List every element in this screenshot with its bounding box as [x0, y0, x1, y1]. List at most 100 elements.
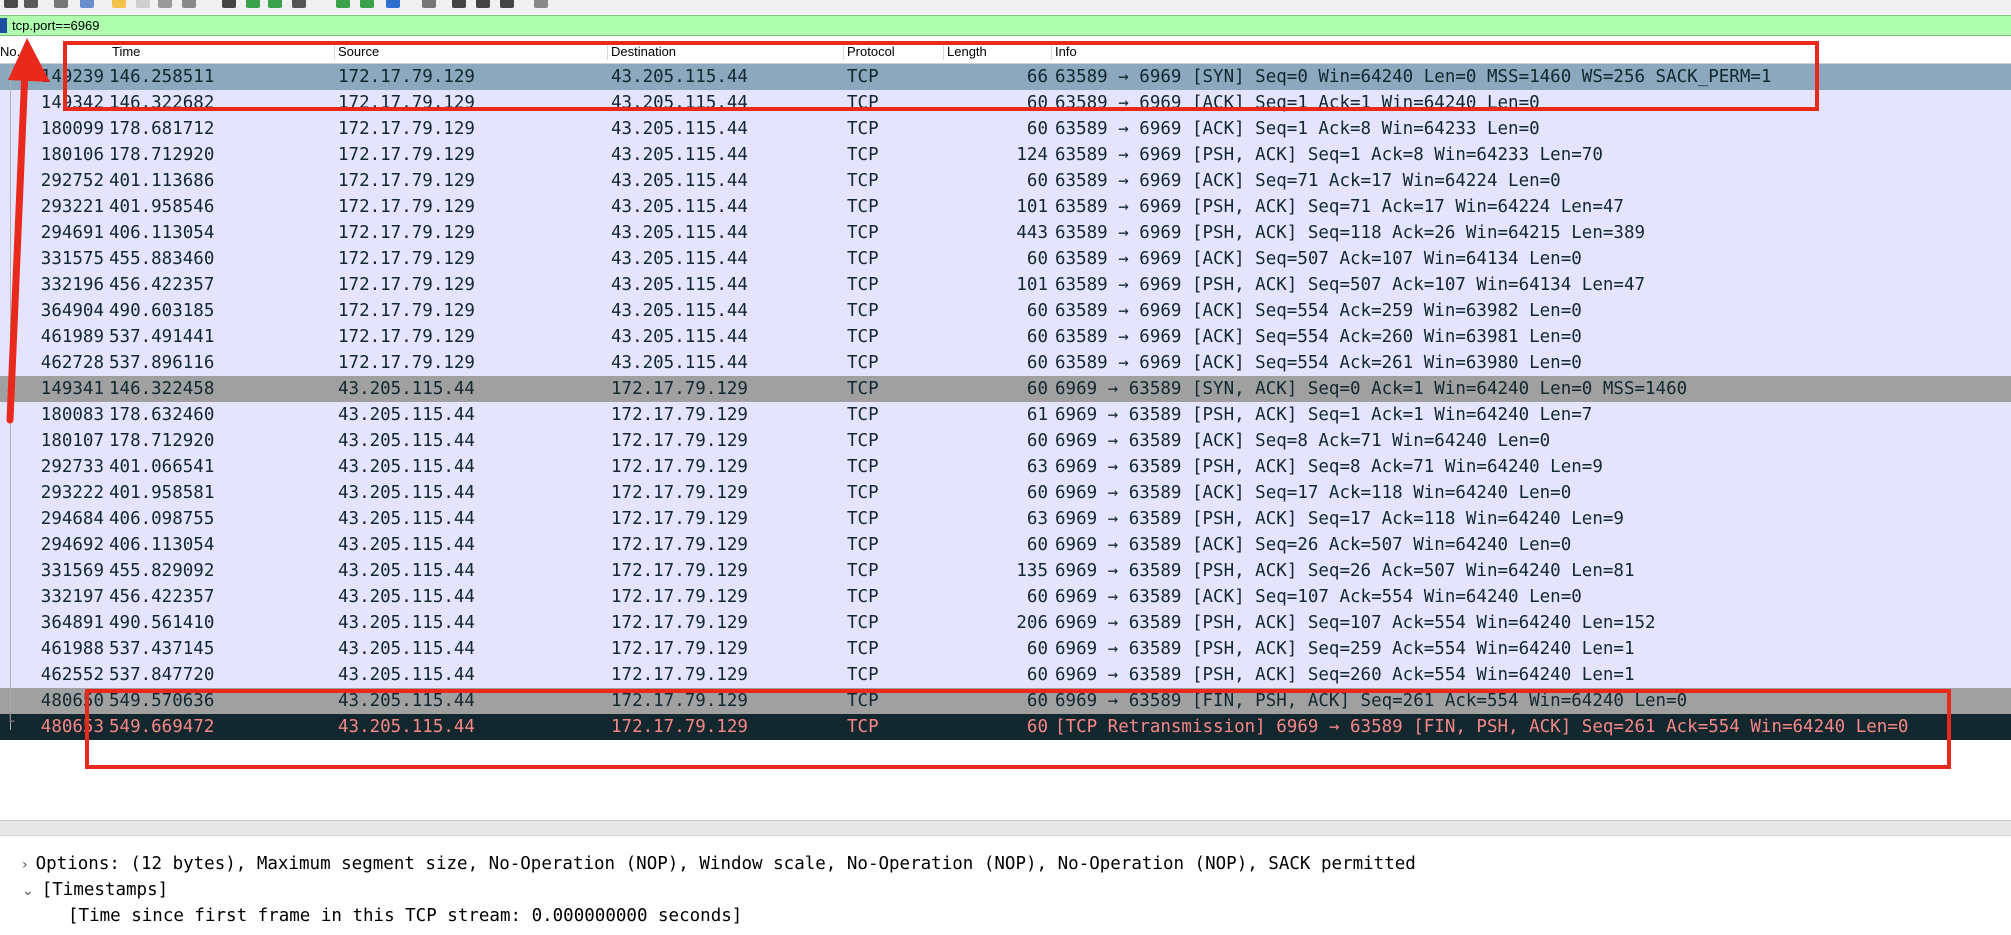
packet-row[interactable]: 461988 537.437145 43.205.115.44 172.17.79.1…	[0, 636, 2011, 662]
packet-row[interactable]: 332197 456.422357 43.205.115.44 172.17.79.1…	[0, 584, 2011, 610]
packet-destination: 172.17.79.129	[611, 665, 748, 685]
annotation-box-top	[63, 41, 1819, 111]
packet-time: 401.113686	[109, 171, 215, 191]
autoscroll-icon[interactable]	[386, 0, 400, 8]
packet-row[interactable]: 180083 178.632460 43.205.115.44 172.17.79.1…	[0, 402, 2011, 428]
packet-destination: 172.17.79.129	[611, 639, 748, 659]
stop-capture-icon[interactable]	[4, 0, 18, 8]
annotation-arrow-head	[8, 38, 50, 82]
restart-capture-icon[interactable]	[24, 0, 38, 8]
packet-row[interactable]: 293221 401.958546 172.17.79.129 43.205.115.…	[0, 194, 2011, 220]
packet-info: 63589 → 6969 [PSH, ACK] Seq=71 Ack=17 Wi…	[1055, 197, 1624, 217]
packet-length: 60	[1026, 431, 1048, 451]
colorize-icon[interactable]	[422, 0, 436, 8]
open-file-icon[interactable]	[80, 0, 94, 8]
packet-info: 63589 → 6969 [PSH, ACK] Seq=118 Ack=26 W…	[1055, 223, 1646, 243]
packet-info: 6969 → 63589 [PSH, ACK] Seq=26 Ack=507 W…	[1055, 561, 1635, 581]
packet-destination: 172.17.79.129	[611, 509, 748, 529]
expand-arrow-icon[interactable]: ›	[22, 857, 28, 873]
zoom-out-icon[interactable]	[476, 0, 490, 8]
packet-row[interactable]: 180107 178.712920 43.205.115.44 172.17.79.1…	[0, 428, 2011, 454]
go-back-icon[interactable]	[246, 0, 260, 8]
packet-row[interactable]: 364904 490.603185 172.17.79.129 43.205.115.…	[0, 298, 2011, 324]
packet-no: 364891	[40, 613, 104, 633]
packet-length: 206	[1016, 613, 1048, 633]
packet-row[interactable]: 461989 537.491441 172.17.79.129 43.205.115.…	[0, 324, 2011, 350]
detail-time-since-first[interactable]: [Time since first frame in this TCP stre…	[68, 903, 742, 929]
packet-row[interactable]: 149341 146.322458 43.205.115.44 172.17.79.1…	[0, 376, 2011, 402]
packet-time: 406.098755	[109, 509, 215, 529]
packet-row[interactable]: 364891 490.561410 43.205.115.44 172.17.79.1…	[0, 610, 2011, 636]
go-to-packet-icon[interactable]	[292, 0, 306, 8]
zoom-reset-icon[interactable]	[500, 0, 514, 8]
pane-splitter[interactable]	[0, 820, 2011, 836]
packet-destination: 43.205.115.44	[611, 327, 748, 347]
packet-time: 401.958581	[109, 483, 215, 503]
resize-columns-icon[interactable]	[534, 0, 548, 8]
packet-length: 60	[1026, 301, 1048, 321]
packet-time: 537.491441	[109, 327, 215, 347]
packet-row[interactable]: 293222 401.958581 43.205.115.44 172.17.79.1…	[0, 480, 2011, 506]
packet-destination: 43.205.115.44	[611, 353, 748, 373]
packet-no: 293222	[40, 483, 104, 503]
packet-row[interactable]: 462552 537.847720 43.205.115.44 172.17.79.1…	[0, 662, 2011, 688]
packet-row[interactable]: 180099 178.681712 172.17.79.129 43.205.115.…	[0, 116, 2011, 142]
packet-no: 332197	[40, 587, 104, 607]
packet-list[interactable]: 149239 146.258511 172.17.79.129 43.205.115.…	[0, 64, 2011, 744]
capture-options-icon[interactable]	[54, 0, 68, 8]
packet-details-pane[interactable]: › Options: (12 bytes), Maximum segment si…	[0, 846, 2011, 935]
packet-source: 172.17.79.129	[338, 249, 475, 269]
packet-destination: 43.205.115.44	[611, 119, 748, 139]
last-packet-icon[interactable]	[360, 0, 374, 8]
packet-time: 406.113054	[109, 223, 215, 243]
packet-source: 43.205.115.44	[338, 639, 475, 659]
first-packet-icon[interactable]	[336, 0, 350, 8]
packet-info: 63589 → 6969 [ACK] Seq=554 Ack=260 Win=6…	[1055, 327, 1582, 347]
collapse-arrow-icon[interactable]: ⌄	[22, 883, 34, 899]
packet-row[interactable]: 294684 406.098755 43.205.115.44 172.17.79.1…	[0, 506, 2011, 532]
packet-row[interactable]: 294691 406.113054 172.17.79.129 43.205.115.…	[0, 220, 2011, 246]
packet-time: 178.712920	[109, 145, 215, 165]
detail-options-text: Options: (12 bytes), Maximum segment siz…	[35, 854, 1416, 874]
packet-source: 43.205.115.44	[338, 535, 475, 555]
packet-row[interactable]: 462728 537.896116 172.17.79.129 43.205.115.…	[0, 350, 2011, 376]
packet-source: 43.205.115.44	[338, 405, 475, 425]
packet-info: 6969 → 63589 [PSH, ACK] Seq=259 Ack=554 …	[1055, 639, 1635, 659]
annotation-arrow-shaft	[6, 66, 29, 424]
packet-length: 60	[1026, 535, 1048, 555]
packet-destination: 43.205.115.44	[611, 275, 748, 295]
go-forward-icon[interactable]	[268, 0, 282, 8]
packet-row[interactable]: 292733 401.066541 43.205.115.44 172.17.79.1…	[0, 454, 2011, 480]
packet-row[interactable]: 332196 456.422357 172.17.79.129 43.205.115.…	[0, 272, 2011, 298]
packet-time: 456.422357	[109, 275, 215, 295]
find-packet-icon[interactable]	[222, 0, 236, 8]
packet-time: 406.113054	[109, 535, 215, 555]
close-file-icon[interactable]	[158, 0, 172, 8]
packet-length: 60	[1026, 379, 1048, 399]
packet-source: 172.17.79.129	[338, 327, 475, 347]
packet-destination: 172.17.79.129	[611, 483, 748, 503]
packet-source: 172.17.79.129	[338, 301, 475, 321]
packet-no: 180107	[40, 431, 104, 451]
packet-row[interactable]: 331575 455.883460 172.17.79.129 43.205.115.…	[0, 246, 2011, 272]
packet-source: 43.205.115.44	[338, 457, 475, 477]
detail-options[interactable]: › Options: (12 bytes), Maximum segment si…	[22, 851, 1416, 877]
packet-info: 6969 → 63589 [PSH, ACK] Seq=260 Ack=554 …	[1055, 665, 1635, 685]
packet-row[interactable]: 292752 401.113686 172.17.79.129 43.205.115.…	[0, 168, 2011, 194]
packet-info: 63589 → 6969 [ACK] Seq=71 Ack=17 Win=642…	[1055, 171, 1561, 191]
packet-time: 401.958546	[109, 197, 215, 217]
packet-destination: 43.205.115.44	[611, 301, 748, 321]
detail-timestamps[interactable]: ⌄ [Timestamps]	[22, 877, 168, 903]
packet-time: 455.883460	[109, 249, 215, 269]
save-file-icon[interactable]	[136, 0, 150, 8]
packet-length: 61	[1026, 405, 1048, 425]
packet-time: 178.712920	[109, 431, 215, 451]
packet-source: 172.17.79.129	[338, 353, 475, 373]
open-folder-icon[interactable]	[112, 0, 126, 8]
packet-row[interactable]: 180106 178.712920 172.17.79.129 43.205.115.…	[0, 142, 2011, 168]
reload-file-icon[interactable]	[182, 0, 196, 8]
packet-row[interactable]: 294692 406.113054 43.205.115.44 172.17.79.1…	[0, 532, 2011, 558]
zoom-in-icon[interactable]	[452, 0, 466, 8]
packet-row[interactable]: 331569 455.829092 43.205.115.44 172.17.79.1…	[0, 558, 2011, 584]
detail-timestamps-text: [Timestamps]	[41, 880, 169, 900]
